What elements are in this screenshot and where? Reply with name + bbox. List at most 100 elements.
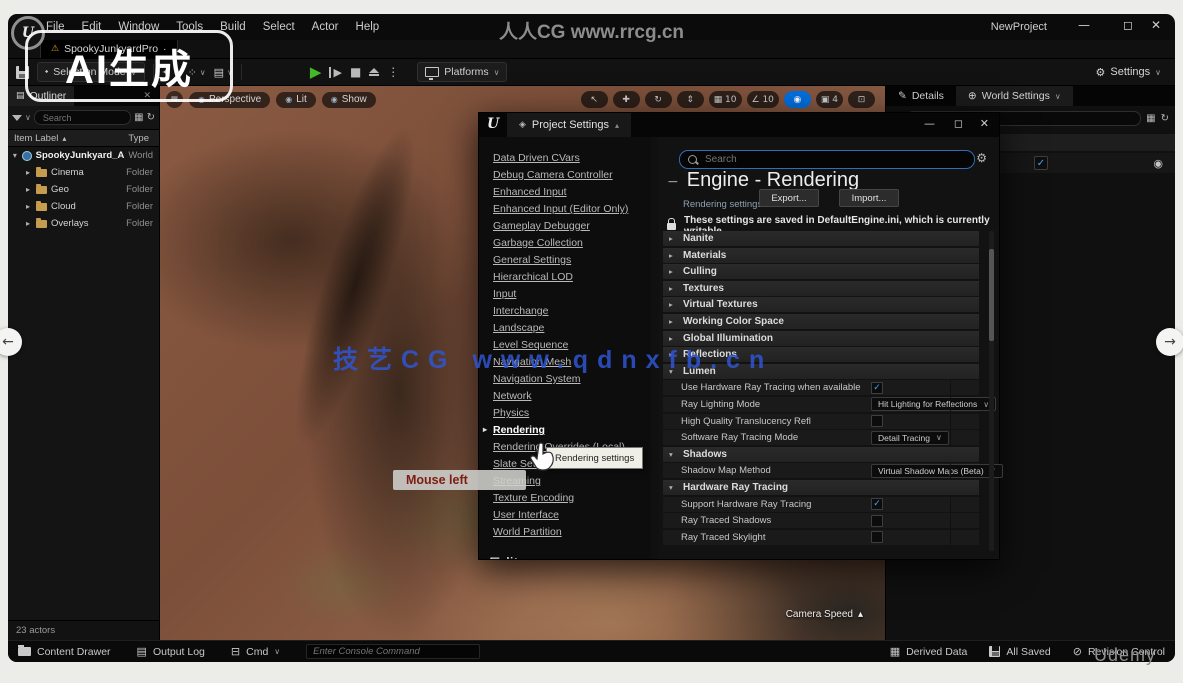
menu-item-select[interactable]: Select: [263, 21, 295, 33]
settings-nav-interchange[interactable]: Interchange: [493, 306, 651, 317]
settings-nav-network[interactable]: Network: [493, 391, 651, 402]
close-icon[interactable]: ✕: [1151, 18, 1161, 32]
output-log-button[interactable]: ▤ Output Log: [137, 645, 205, 658]
import-button[interactable]: Import...: [839, 189, 899, 207]
menu-item-actor[interactable]: Actor: [312, 21, 339, 33]
outliner-row[interactable]: ▸CloudFolder: [8, 198, 159, 215]
settings-nav-garbage-collection[interactable]: Garbage Collection: [493, 238, 651, 249]
scale-tool-icon[interactable]: ⇕: [677, 91, 704, 108]
viewport-pill-show[interactable]: ◉Show: [322, 92, 376, 108]
settings-nav-data-driven-cvars[interactable]: Data Driven CVars: [493, 153, 651, 164]
caret-collapsed-icon[interactable]: ▸: [24, 202, 32, 211]
eject-button[interactable]: [369, 68, 379, 76]
caret-expanded-icon[interactable]: ▾: [12, 151, 18, 160]
settings-nav-general-settings[interactable]: General Settings: [493, 255, 651, 266]
project-settings-titlebar[interactable]: U ◈ Project Settings ▴ — ◻ ✕: [479, 113, 999, 137]
grid-snap-toggle[interactable]: ▦ 10: [709, 91, 742, 108]
settings-category-shadows[interactable]: ▾Shadows: [663, 447, 979, 462]
settings-search-input[interactable]: [703, 153, 966, 166]
view-options-icon[interactable]: ▦: [1146, 113, 1155, 124]
close-icon[interactable]: ✕: [980, 117, 989, 130]
outliner-row[interactable]: ▸CinemaFolder: [8, 164, 159, 181]
select-tool-icon[interactable]: ↖: [581, 91, 608, 108]
content-drawer-button[interactable]: Content Drawer: [18, 646, 111, 658]
console-command-input[interactable]: [306, 644, 480, 659]
maximize-icon[interactable]: ◻: [954, 117, 963, 130]
gear-icon[interactable]: ⚙: [976, 151, 987, 165]
setting-checkbox[interactable]: ✓: [871, 415, 883, 427]
setting-checkbox[interactable]: ✓: [871, 531, 883, 543]
platforms-dropdown[interactable]: Platforms ∨: [417, 62, 507, 82]
settings-category-nanite[interactable]: ▸Nanite: [663, 231, 979, 246]
settings-nav-enhanced-input-editor-only-[interactable]: Enhanced Input (Editor Only): [493, 204, 651, 215]
camera-speed-button[interactable]: ▣ 4: [816, 91, 843, 108]
settings-nav-physics[interactable]: Physics: [493, 408, 651, 419]
settings-category-virtual-textures[interactable]: ▸Virtual Textures: [663, 297, 979, 312]
outliner-search-input[interactable]: [34, 110, 131, 125]
settings-nav-world-partition[interactable]: World Partition: [493, 527, 651, 538]
caret-collapsed-icon[interactable]: ▸: [24, 185, 32, 194]
settings-category-culling[interactable]: ▸Culling: [663, 264, 979, 279]
project-settings-tab[interactable]: ◈ Project Settings ▴: [507, 113, 631, 137]
pin-icon[interactable]: ▴: [615, 121, 619, 130]
outliner-column-headers[interactable]: Item Label ▴ Type: [8, 129, 159, 147]
setting-checkbox[interactable]: ✓: [871, 515, 883, 527]
settings-category-hardware-ray-tracing[interactable]: ▾Hardware Ray Tracing: [663, 480, 979, 495]
setting-checkbox[interactable]: ✓: [871, 382, 883, 394]
outliner-item-type: Folder: [126, 167, 153, 178]
settings-search-box[interactable]: [679, 150, 975, 169]
caret-collapsed-icon[interactable]: ▸: [24, 168, 32, 177]
refresh-icon[interactable]: ↻: [147, 112, 155, 123]
settings-nav-input[interactable]: Input: [493, 289, 651, 300]
settings-category-working-color-space[interactable]: ▸Working Color Space: [663, 314, 979, 329]
outliner-row[interactable]: ▸OverlaysFolder: [8, 215, 159, 232]
settings-nav-hierarchical-lod[interactable]: Hierarchical LOD: [493, 272, 651, 283]
export-button[interactable]: Export...: [759, 189, 819, 207]
rotate-tool-icon[interactable]: ↻: [645, 91, 672, 108]
caret-collapsed-icon[interactable]: ▸: [24, 219, 32, 228]
settings-category-materials[interactable]: ▸Materials: [663, 248, 979, 263]
outliner-row[interactable]: ▸GeoFolder: [8, 181, 159, 198]
settings-nav-debug-camera-controller[interactable]: Debug Camera Controller: [493, 170, 651, 181]
frame-skip-button[interactable]: ▶: [329, 67, 341, 78]
minimize-icon[interactable]: —: [1078, 18, 1090, 32]
derived-data-button[interactable]: ▦ Derived Data: [890, 645, 968, 658]
settings-nav-enhanced-input[interactable]: Enhanced Input: [493, 187, 651, 198]
rotation-snap-toggle[interactable]: ∠ 10: [747, 91, 779, 108]
tab-world-settings[interactable]: ⊕ World Settings ∨: [956, 86, 1073, 106]
settings-nav-texture-encoding[interactable]: Texture Encoding: [493, 493, 651, 504]
editor-settings-dropdown[interactable]: ⚙ Settings ∨: [1096, 66, 1167, 79]
save-status-button[interactable]: All Saved: [989, 646, 1050, 658]
viewport-pill-lit[interactable]: ◉Lit: [276, 92, 316, 108]
settings-nav-rendering[interactable]: Rendering: [493, 425, 651, 436]
settings-nav-user-interface[interactable]: User Interface: [493, 510, 651, 521]
tab-details[interactable]: ✎ Details: [886, 86, 956, 106]
menu-item-help[interactable]: Help: [356, 21, 380, 33]
move-tool-icon[interactable]: ✚: [613, 91, 640, 108]
settings-category-textures[interactable]: ▸Textures: [663, 281, 979, 296]
eye-icon[interactable]: ◉: [1153, 157, 1163, 170]
minimize-icon[interactable]: —: [924, 117, 935, 130]
settings-nav-landscape[interactable]: Landscape: [493, 323, 651, 334]
setting-dropdown[interactable]: Virtual Shadow Maps (Beta)∨: [871, 464, 1003, 478]
play-options-icon[interactable]: ⋮: [387, 65, 399, 79]
content-scrollbar[interactable]: [989, 231, 994, 551]
setting-dropdown[interactable]: Detail Tracing∨: [871, 431, 949, 445]
next-arrow-button[interactable]: →: [1156, 328, 1183, 356]
view-options-icon[interactable]: ▦: [134, 112, 143, 123]
filter-icon[interactable]: [12, 115, 22, 121]
collapse-icon[interactable]: −: [667, 174, 679, 190]
surface-snap-toggle[interactable]: ◉: [784, 91, 811, 108]
settings-nav-gameplay-debugger[interactable]: Gameplay Debugger: [493, 221, 651, 232]
refresh-icon[interactable]: ↻: [1161, 113, 1169, 124]
property-checkbox[interactable]: ✓: [1034, 156, 1048, 170]
maximize-viewport-icon[interactable]: ⊡: [848, 91, 875, 108]
setting-checkbox[interactable]: ✓: [871, 498, 883, 510]
stop-button[interactable]: ■: [350, 66, 361, 78]
setting-dropdown[interactable]: Hit Lighting for Reflections∨: [871, 397, 996, 411]
maximize-icon[interactable]: ◻: [1123, 18, 1133, 32]
project-settings-window: U ◈ Project Settings ▴ — ◻ ✕ Data Driven…: [478, 112, 1000, 560]
play-button[interactable]: ▶: [310, 65, 322, 80]
outliner-row[interactable]: ▾SpookyJunkyard_AWorld: [8, 147, 159, 164]
cmd-dropdown[interactable]: ⊟ Cmd ∨: [231, 645, 280, 658]
